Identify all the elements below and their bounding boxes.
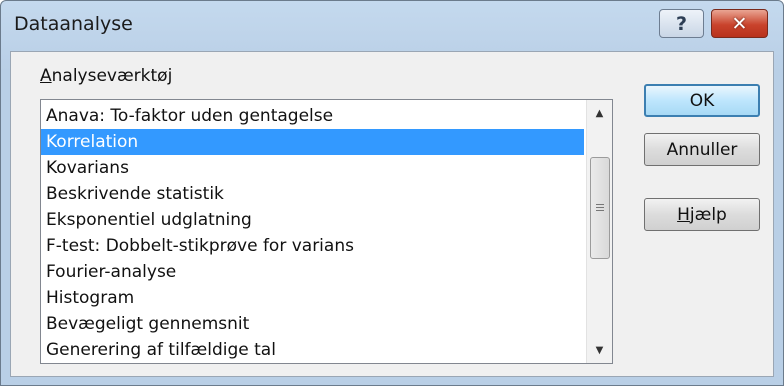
list-item[interactable]: Anava: To-faktor uden gentagelse xyxy=(41,103,584,129)
list-item[interactable]: Beskrivende statistik xyxy=(41,181,584,207)
dialog-title: Dataanalyse xyxy=(14,13,133,35)
ok-button[interactable]: OK xyxy=(644,84,760,117)
list-item[interactable]: Fourier-analyse xyxy=(41,259,584,285)
tools-label: Analyseværktøj xyxy=(40,66,172,86)
dialog-window: Dataanalyse ? ✕ Analyseværktøj Anava: To… xyxy=(0,0,784,386)
scroll-down-button[interactable]: ▼ xyxy=(587,337,612,363)
title-bar[interactable]: Dataanalyse ? ✕ xyxy=(1,1,783,51)
help-button-text: jælp xyxy=(689,204,727,225)
scroll-thumb[interactable] xyxy=(590,157,610,259)
dialog-body: Analyseværktøj Anava: To-faktor uden gen… xyxy=(10,51,774,377)
scroll-up-button[interactable]: ▲ xyxy=(587,100,612,126)
help-title-button[interactable]: ? xyxy=(659,9,704,38)
tools-listbox[interactable]: Anava: To-faktor uden gentagelse Korrelat… xyxy=(40,99,613,364)
arrow-up-icon: ▲ xyxy=(595,107,604,119)
close-button[interactable]: ✕ xyxy=(711,9,768,38)
list-item[interactable]: Histogram xyxy=(41,285,584,311)
list-item[interactable]: Korrelation xyxy=(41,129,584,155)
grip-icon xyxy=(596,203,604,213)
list-item[interactable]: F-test: Dobbelt-stikprøve for varians xyxy=(41,233,584,259)
list-item[interactable]: Bevægeligt gennemsnit xyxy=(41,311,584,337)
tools-label-accelerator: A xyxy=(40,66,52,86)
arrow-down-icon: ▼ xyxy=(595,344,604,356)
list-item[interactable]: Eksponentiel udglatning xyxy=(41,207,584,233)
tools-list: Anava: To-faktor uden gentagelse Korrelat… xyxy=(41,103,584,363)
close-icon: ✕ xyxy=(731,12,748,35)
cancel-button[interactable]: Annuller xyxy=(644,133,760,166)
list-item[interactable]: Generering af tilfældige tal xyxy=(41,337,584,363)
tools-label-text: nalyseværktøj xyxy=(51,66,173,86)
question-icon: ? xyxy=(675,12,688,35)
list-item[interactable]: Kovarians xyxy=(41,155,584,181)
help-button[interactable]: Hjælp xyxy=(644,198,760,231)
vertical-scrollbar[interactable]: ▲ ▼ xyxy=(586,100,612,363)
help-button-accelerator: H xyxy=(677,204,690,225)
